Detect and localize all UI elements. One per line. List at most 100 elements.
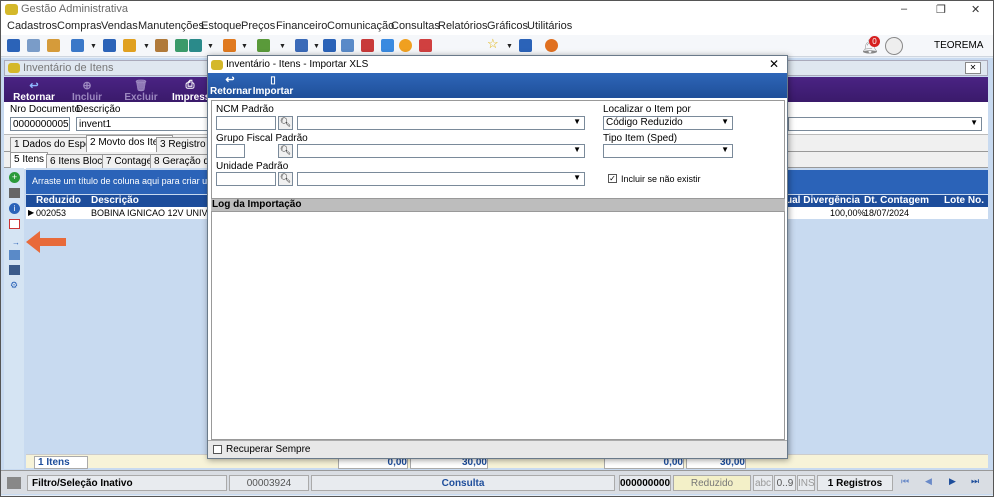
last-record-icon[interactable]: ⏭ [971, 476, 979, 487]
close-icon[interactable]: ✕ [971, 3, 980, 16]
add-row-icon[interactable]: + [9, 172, 20, 183]
grupo-fiscal-label: Grupo Fiscal Padrão [216, 133, 308, 144]
toolbar-calendar-icon[interactable] [361, 39, 374, 52]
toolbar-card-icon[interactable] [47, 39, 60, 52]
incluir-button[interactable]: ⊕ Incluir [70, 79, 104, 103]
menu-precos[interactable]: Preços [241, 20, 275, 32]
delete-row-icon[interactable] [9, 188, 20, 198]
filtro-status: Filtro/Seleção Inativo [27, 475, 227, 491]
status-bar: Filtro/Seleção Inativo 00003924 Consulta… [1, 470, 993, 494]
next-record-icon[interactable]: ▶ [949, 476, 956, 487]
tab-itens[interactable]: 5 Itens [10, 152, 49, 169]
nro-documento-field[interactable]: 0000000005 [10, 117, 70, 131]
dialog-retornar-button[interactable]: ↩ Retornar [210, 75, 252, 98]
toolbar-people-icon[interactable] [27, 39, 40, 52]
importar-button[interactable]: ▯ Importar [252, 75, 294, 97]
filter-icon [7, 477, 21, 489]
toolbar-list-icon[interactable] [71, 39, 84, 52]
toolbar-screen-icon[interactable] [323, 39, 336, 52]
toolbar-alert-icon[interactable] [419, 39, 432, 52]
tipo-item-label: Tipo Item (Sped) [603, 133, 678, 144]
menu-graficos[interactable]: Gráficos [487, 20, 528, 32]
unidade-combo[interactable]: ▼ [297, 172, 585, 186]
import-xls-dialog: Inventário - Itens - Importar XLS ✕ ↩ Ret… [207, 55, 788, 459]
chevron-down-icon: ▼ [721, 117, 729, 126]
menu-vendas[interactable]: Vendas [101, 20, 138, 32]
excel-icon[interactable] [9, 219, 20, 229]
child-window-title: Inventário de Itens [23, 62, 114, 74]
excluir-button[interactable]: 🗑︎ Excluir [124, 79, 158, 103]
grupo-combo[interactable]: ▼ [297, 144, 585, 158]
ncm-combo[interactable]: ▼ [297, 116, 585, 130]
toolbar-doc-icon[interactable] [103, 39, 116, 52]
menu-comunicacao[interactable]: Comunicação [327, 20, 394, 32]
grupo-search-icon[interactable]: 🔍︎ [278, 144, 293, 158]
settings-icon[interactable]: ⚙ [10, 280, 18, 291]
log-area[interactable] [211, 211, 785, 440]
return-icon: ↩ [29, 80, 39, 92]
toolbar-power-icon[interactable] [545, 39, 558, 52]
toolbar-clock-icon[interactable] [399, 39, 412, 52]
toolbar-user-icon[interactable] [155, 39, 168, 52]
doc-status: 000000000! [619, 475, 671, 491]
restore-icon[interactable]: ❐ [936, 3, 946, 16]
ncm-search-icon[interactable]: 🔍︎ [278, 116, 293, 130]
col-lote[interactable]: Lote No. [944, 195, 984, 206]
tab-registro[interactable]: 3 Registro do [156, 137, 208, 152]
log-header: Log da Importação [211, 199, 785, 211]
retornar-button[interactable]: ↩ Retornar [12, 79, 56, 103]
dialog-retornar-label: Retornar [210, 86, 252, 97]
grid-icon[interactable] [9, 250, 20, 260]
toolbar-cart-icon[interactable] [189, 39, 202, 52]
menu-consultas[interactable]: Consultas [391, 20, 440, 32]
tipo-item-select[interactable]: ▼ [603, 144, 733, 158]
col-divergencia[interactable]: ual Divergência [786, 195, 860, 206]
menu-cadastros[interactable]: Cadastros [7, 20, 57, 32]
menu-compras[interactable]: Compras [57, 20, 102, 32]
incluir-checkbox[interactable]: ✓ [608, 174, 617, 183]
arrow-right-icon[interactable]: → [12, 238, 20, 247]
col-descricao[interactable]: Descrição [91, 195, 139, 206]
localizar-select[interactable]: Código Reduzido ▼ [603, 116, 733, 130]
info-icon[interactable]: i [9, 203, 20, 214]
toolbar-square-icon[interactable] [519, 39, 532, 52]
avatar[interactable] [885, 37, 903, 55]
child-close-icon[interactable]: ✕ [965, 62, 981, 74]
prev-record-icon[interactable]: ◀ [925, 476, 932, 487]
col-reduzido[interactable]: Reduzido [36, 195, 81, 206]
cell-dt-contagem: 18/07/2024 [864, 208, 910, 218]
menu-financeiro[interactable]: Financeiro [276, 20, 327, 32]
toolbar-money-icon[interactable] [175, 39, 188, 52]
list-icon[interactable] [9, 265, 20, 275]
dialog-title: Inventário - Itens - Importar XLS [226, 59, 369, 70]
menu-relatorios[interactable]: Relatórios [438, 20, 488, 32]
grupo-fiscal-input[interactable] [216, 144, 245, 158]
impressao-button[interactable]: ⎙ Impress [172, 79, 210, 103]
dialog-close-icon[interactable]: ✕ [769, 57, 779, 71]
toolbar-star-icon[interactable]: ☆ [487, 36, 500, 51]
recuperar-checkbox[interactable] [213, 445, 222, 454]
tab-geracao[interactable]: 8 Geração do E [150, 154, 208, 169]
unidade-search-icon[interactable]: 🔍︎ [278, 172, 293, 186]
unidade-input[interactable] [216, 172, 276, 186]
col-dt-contagem[interactable]: Dt. Contagem [864, 195, 929, 206]
toolbar-chart-icon[interactable] [295, 39, 308, 52]
toolbar-home-icon[interactable] [7, 39, 20, 52]
main-toolbar: ▼ ▼ ▼ ▼ ▼ ▼ ☆ ▼ 🔔︎ 0 TEOREMA [1, 35, 993, 57]
toolbar-folder-icon[interactable] [123, 39, 136, 52]
add-icon: ⊕ [82, 80, 92, 92]
toolbar-mail-icon[interactable] [381, 39, 394, 52]
dialog-footer: Recuperar Sempre [208, 440, 787, 458]
descricao-field[interactable]: invent1 [76, 117, 208, 131]
toolbar-box-icon[interactable] [223, 39, 236, 52]
first-record-icon[interactable]: ⏮ [901, 476, 909, 487]
toolbar-calc-icon[interactable] [341, 39, 354, 52]
abc-indicator: abc [753, 475, 773, 491]
menu-estoque[interactable]: Estoque [201, 20, 241, 32]
minimize-icon[interactable]: ‒ [901, 3, 907, 15]
toolbar-truck-icon[interactable] [257, 39, 270, 52]
ncm-input[interactable] [216, 116, 276, 130]
right-combo[interactable]: ▼ [788, 117, 982, 131]
menu-manutencoes[interactable]: Manutenções [138, 20, 204, 32]
menu-utilitarios[interactable]: Utilitários [527, 20, 572, 32]
